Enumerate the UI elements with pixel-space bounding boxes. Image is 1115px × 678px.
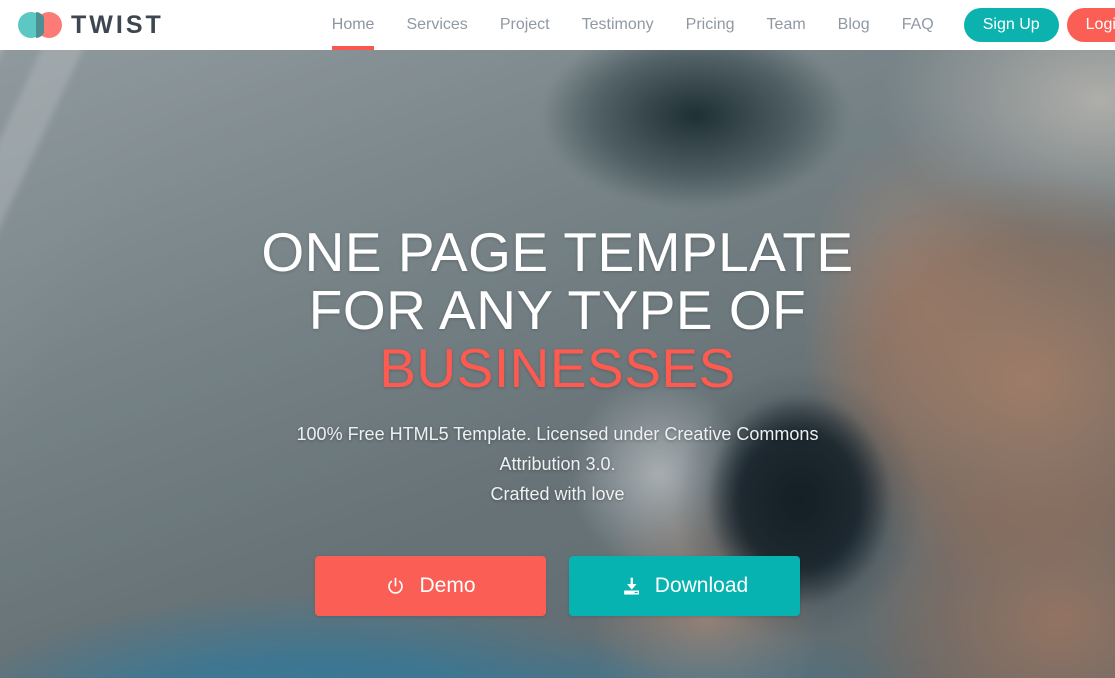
nav-item-label: Pricing (685, 16, 735, 33)
nav-item-services[interactable]: Services (390, 0, 483, 50)
nav-item-project[interactable]: Project (484, 0, 566, 50)
demo-button-label: Demo (419, 574, 476, 597)
download-icon (621, 576, 642, 597)
nav-item-testimony[interactable]: Testimony (566, 0, 670, 50)
overlapping-circles-icon (18, 12, 62, 38)
nav-item-blog[interactable]: Blog (822, 0, 886, 50)
main-navigation: Home Services Project Testimony Pricing … (316, 0, 950, 50)
hero-subtitle-line3: Crafted with love (490, 484, 625, 504)
hero-title: ONE PAGE TEMPLATE FOR ANY TYPE OF BUSINE… (261, 223, 853, 397)
brand-name: TWIST (71, 10, 164, 39)
nav-item-label: Services (406, 16, 468, 33)
hero-subtitle-line1: 100% Free HTML5 Template. Licensed under… (296, 424, 819, 444)
hero-title-line3: BUSINESSES (379, 337, 736, 399)
site-header: TWIST Home Services Project Testimony Pr… (0, 0, 1115, 50)
logo-circle-overlap (36, 12, 44, 38)
hero-title-line2: FOR ANY TYPE OF (308, 279, 807, 341)
sign-up-button[interactable]: Sign Up (963, 8, 1059, 42)
nav-item-home[interactable]: Home (316, 0, 391, 50)
hero-title-line1: ONE PAGE TEMPLATE (261, 221, 854, 283)
hero-cta-group: Demo Download (315, 556, 800, 616)
header-actions: Sign Up Login (963, 8, 1115, 42)
download-button[interactable]: Download (569, 556, 800, 616)
login-button[interactable]: Login (1066, 8, 1115, 42)
hero-content: ONE PAGE TEMPLATE FOR ANY TYPE OF BUSINE… (0, 50, 1115, 678)
nav-item-label: Home (331, 16, 375, 33)
demo-button[interactable]: Demo (315, 556, 546, 616)
nav-item-label: Testimony (581, 16, 654, 33)
hero-subtitle: 100% Free HTML5 Template. Licensed under… (297, 419, 819, 509)
power-icon (385, 576, 406, 597)
nav-item-label: FAQ (901, 16, 934, 33)
nav-item-faq[interactable]: FAQ (886, 0, 950, 50)
download-button-label: Download (654, 574, 749, 597)
brand-logo[interactable]: TWIST (18, 0, 164, 50)
hero-section: ONE PAGE TEMPLATE FOR ANY TYPE OF BUSINE… (0, 50, 1115, 678)
hero-subtitle-line2: Attribution 3.0. (499, 454, 616, 474)
nav-item-pricing[interactable]: Pricing (670, 0, 751, 50)
nav-item-label: Project (499, 16, 550, 33)
nav-item-label: Blog (837, 16, 870, 33)
nav-item-team[interactable]: Team (751, 0, 822, 50)
nav-item-label: Team (766, 16, 806, 33)
